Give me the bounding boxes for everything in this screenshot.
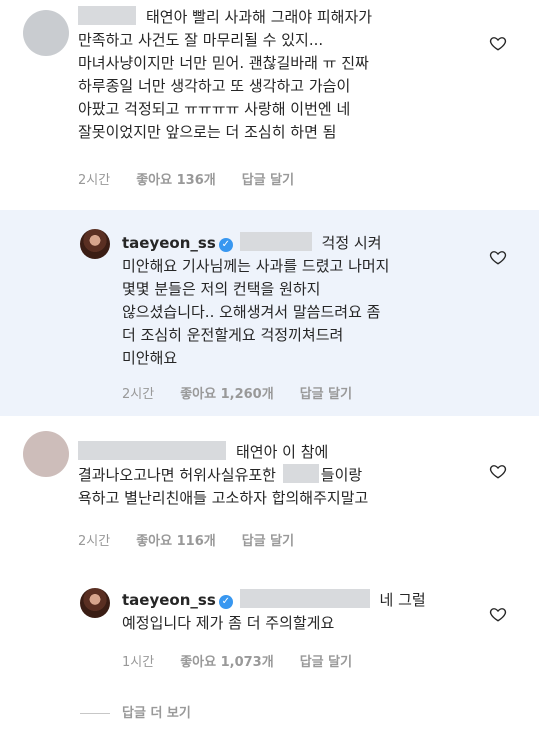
divider-line xyxy=(80,713,110,714)
redacted-username xyxy=(78,6,136,25)
verified-badge-icon: ✓ xyxy=(218,595,233,609)
view-more-label: 답글 더 보기 xyxy=(122,706,191,721)
reply-button[interactable]: 답글 달기 xyxy=(242,534,294,549)
comment-text: 태연아 빨리 사과해 그래야 피해자가 만족하고 사건도 잘 마무리될 수 있지… xyxy=(78,6,373,141)
timestamp: 1시간 xyxy=(122,655,155,670)
view-more-replies[interactable]: 답글 더 보기 xyxy=(80,702,191,721)
heart-icon[interactable] xyxy=(489,34,507,52)
comment-text: taeyeon_ss ✓ 네 그럴 예정입니다 제가 좀 더 주의할게요 xyxy=(122,589,426,632)
timestamp: 2시간 xyxy=(78,173,111,188)
comment-meta: 1시간 좋아요 1,073개 답글 달기 xyxy=(122,651,378,670)
likes-count[interactable]: 좋아요 1,073개 xyxy=(180,655,274,670)
comment-meta: 2시간 좋아요 136개 답글 달기 xyxy=(78,169,320,188)
comment-text: 태연아 이 참에 결과나오고나면 허위사실유포한 들이랑 욕하고 별난리친애들 … xyxy=(78,441,369,507)
likes-count[interactable]: 좋아요 116개 xyxy=(136,534,216,549)
verified-badge-icon: ✓ xyxy=(218,238,233,252)
likes-count[interactable]: 좋아요 1,260개 xyxy=(180,387,274,402)
heart-icon[interactable] xyxy=(489,462,507,480)
redacted-mention xyxy=(239,589,370,608)
reply-button[interactable]: 답글 달기 xyxy=(242,173,294,188)
redacted-username xyxy=(78,441,226,460)
comment-meta: 2시간 좋아요 116개 답글 달기 xyxy=(78,530,320,549)
avatar[interactable] xyxy=(23,10,69,56)
redacted-mention xyxy=(239,232,312,251)
likes-count[interactable]: 좋아요 136개 xyxy=(136,173,216,188)
reply-button[interactable]: 답글 달기 xyxy=(300,655,352,670)
comment-meta: 2시간 좋아요 1,260개 답글 달기 xyxy=(122,383,378,402)
timestamp: 2시간 xyxy=(122,387,155,402)
heart-icon[interactable] xyxy=(489,605,507,623)
redacted-word xyxy=(282,464,319,483)
username[interactable]: taeyeon_ss xyxy=(122,591,216,609)
avatar-taeyeon[interactable] xyxy=(80,588,110,618)
reply-button[interactable]: 답글 달기 xyxy=(300,387,352,402)
timestamp: 2시간 xyxy=(78,534,111,549)
comment-text: taeyeon_ss ✓ 걱정 시켜 미안해요 기사님께는 사과를 드렸고 나머지… xyxy=(122,232,390,367)
avatar-taeyeon[interactable] xyxy=(80,229,110,259)
heart-icon[interactable] xyxy=(489,248,507,266)
avatar[interactable] xyxy=(23,431,69,477)
username[interactable]: taeyeon_ss xyxy=(122,234,216,252)
